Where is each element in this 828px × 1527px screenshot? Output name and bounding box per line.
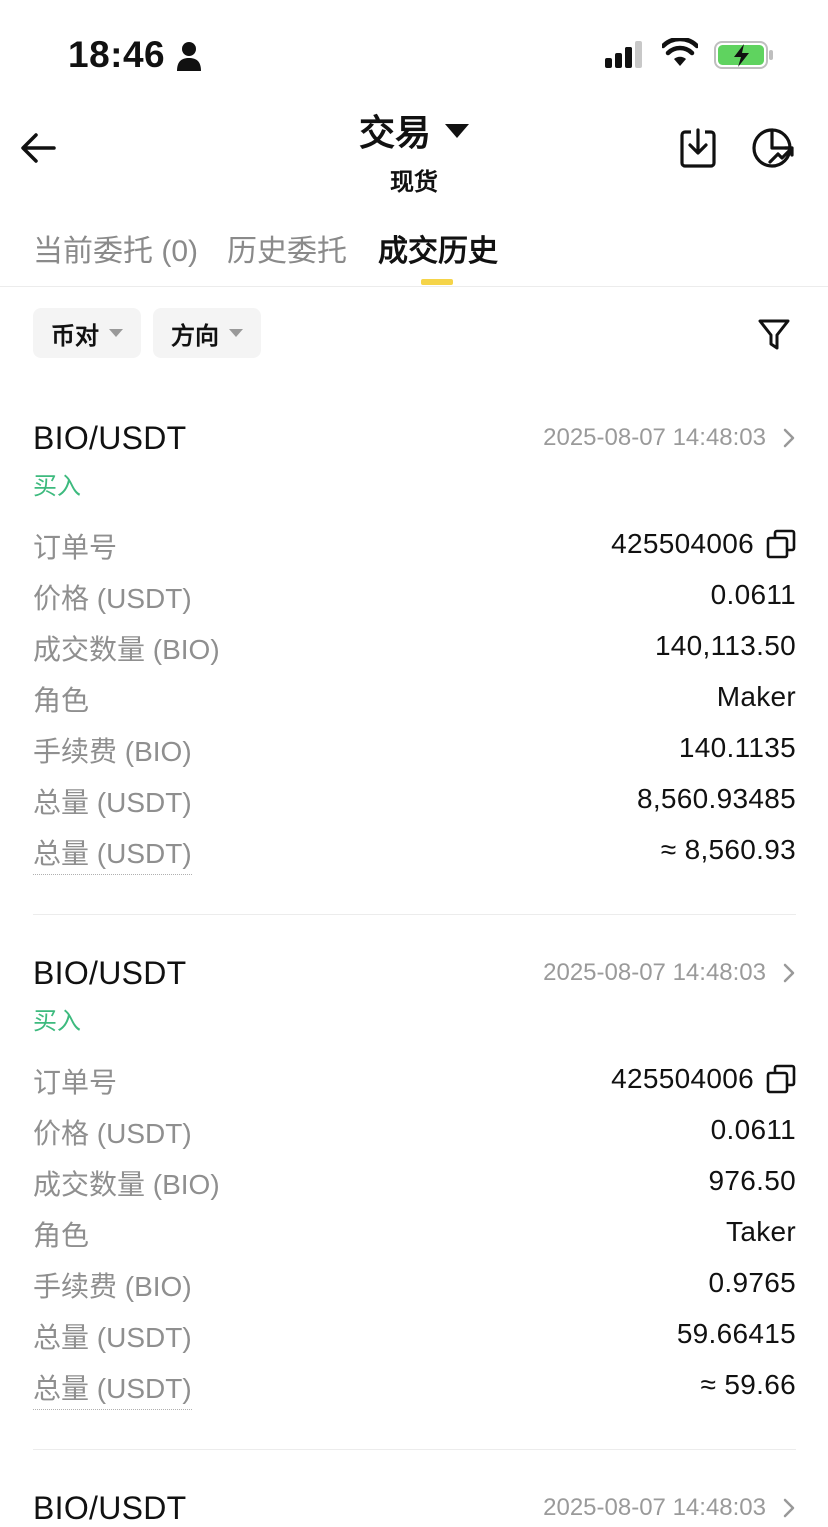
- wifi-icon: [662, 38, 698, 66]
- chevron-right-icon: [783, 1498, 795, 1518]
- tab-trade-history[interactable]: 成交历史: [378, 226, 498, 270]
- person-icon: [177, 42, 201, 71]
- row-value: 59.66415: [676, 1318, 796, 1349]
- record-divider: [33, 914, 796, 915]
- chevron-down-icon: [229, 329, 243, 337]
- detail-row-role: 角色 Taker: [33, 1214, 796, 1265]
- chevron-right-icon: [783, 428, 795, 448]
- tab-open-orders[interactable]: 当前委托 (0): [33, 226, 198, 270]
- row-value: 140,113.50: [654, 630, 796, 661]
- trade-pair: BIO/USDT: [33, 955, 187, 991]
- copy-icon[interactable]: [766, 1064, 796, 1094]
- detail-row-role: 角色 Maker: [33, 679, 796, 730]
- status-time: 18:46: [68, 34, 166, 75]
- filter-funnel-icon[interactable]: [756, 316, 792, 352]
- order-tabs: 当前委托 (0) 历史委托 成交历史: [0, 218, 828, 287]
- pie-chart-arrow-icon[interactable]: [750, 126, 794, 170]
- trade-time: 2025-08-07 14:48:03: [543, 424, 766, 451]
- battery-charging-icon: [714, 41, 773, 69]
- copy-icon[interactable]: [766, 529, 796, 559]
- download-icon[interactable]: [678, 126, 718, 170]
- header: 交易 现货: [0, 100, 828, 200]
- detail-row-filled-qty: 成交数量 (BIO) 976.50: [33, 1163, 796, 1214]
- detail-row-price: 价格 (USDT) 0.0611: [33, 1112, 796, 1163]
- pair-filter-label: 币对: [51, 322, 99, 350]
- row-label-tooltip[interactable]: 总量 (USDT): [33, 1367, 192, 1410]
- row-value: ≈ 59.66: [700, 1369, 796, 1400]
- detail-row-filled-qty: 成交数量 (BIO) 140,113.50: [33, 628, 796, 679]
- trade-detail-link[interactable]: 2025-08-07 14:48:03: [543, 959, 796, 987]
- row-label: 总量 (USDT): [33, 787, 192, 818]
- trade-detail-rows: 订单号 425504006 价格 (USDT) 0.0611 成交数量 (BIO…: [33, 526, 796, 883]
- row-value: ≈ 8,560.93: [660, 834, 796, 865]
- row-value: 976.50: [708, 1165, 796, 1196]
- detail-row-total-approx: 总量 (USDT) ≈ 59.66: [33, 1367, 796, 1418]
- signal-icon: [605, 41, 642, 68]
- row-label: 手续费 (BIO): [33, 1271, 192, 1302]
- row-value-wrap: 425504006: [611, 1063, 796, 1095]
- detail-row-order-id: 订单号 425504006: [33, 1061, 796, 1112]
- chevron-right-icon: [783, 963, 795, 983]
- row-label: 价格 (USDT): [33, 583, 192, 614]
- row-value: Maker: [716, 681, 796, 712]
- chevron-down-icon: [109, 329, 123, 337]
- row-label: 角色: [33, 1220, 90, 1251]
- row-value: 0.0611: [710, 579, 796, 610]
- row-value-wrap: 425504006: [611, 528, 796, 560]
- active-tab-indicator: [421, 279, 453, 285]
- detail-row-order-id: 订单号 425504006: [33, 526, 796, 577]
- detail-row-price: 价格 (USDT) 0.0611: [33, 577, 796, 628]
- row-label: 订单号: [33, 532, 118, 563]
- trade-detail-link[interactable]: 2025-08-07 14:48:03: [543, 1494, 796, 1522]
- row-value: 8,560.93485: [636, 783, 796, 814]
- trade-side: 买入: [33, 473, 81, 500]
- status-bar: 18:46: [0, 0, 828, 100]
- trade-detail-rows: 订单号 425504006 价格 (USDT) 0.0611 成交数量 (BIO…: [33, 1061, 796, 1418]
- row-label: 价格 (USDT): [33, 1118, 192, 1149]
- page-title: 交易: [358, 112, 431, 153]
- trade-time: 2025-08-07 14:48:03: [543, 959, 766, 986]
- row-value: Taker: [726, 1216, 796, 1247]
- row-value: 0.9765: [708, 1267, 796, 1298]
- row-value: 140.1135: [678, 732, 796, 763]
- row-value: 425504006: [611, 528, 754, 559]
- trade-detail-link[interactable]: 2025-08-07 14:48:03: [543, 424, 796, 452]
- row-label-tooltip[interactable]: 总量 (USDT): [33, 832, 192, 875]
- direction-filter-label: 方向: [171, 322, 219, 350]
- detail-row-fee: 手续费 (BIO) 0.9765: [33, 1265, 796, 1316]
- direction-filter-dropdown[interactable]: 方向: [153, 308, 261, 358]
- row-value: 425504006: [611, 1063, 754, 1094]
- title-dropdown[interactable]: 交易: [359, 104, 469, 156]
- record-divider: [33, 1449, 796, 1450]
- detail-row-total: 总量 (USDT) 59.66415: [33, 1316, 796, 1367]
- pair-filter-dropdown[interactable]: 币对: [33, 308, 141, 358]
- row-label: 角色: [33, 685, 90, 716]
- row-label: 成交数量 (BIO): [33, 634, 220, 665]
- trade-side: 买入: [33, 1008, 81, 1035]
- tab-order-history[interactable]: 历史委托: [227, 226, 347, 270]
- detail-row-total-approx: 总量 (USDT) ≈ 8,560.93: [33, 832, 796, 883]
- trade-pair: BIO/USDT: [33, 420, 187, 456]
- row-label: 成交数量 (BIO): [33, 1169, 220, 1200]
- title-caret-icon: [445, 124, 469, 138]
- filter-bar: 币对 方向: [0, 308, 828, 360]
- trade-time: 2025-08-07 14:48:03: [543, 1494, 766, 1521]
- row-label: 总量 (USDT): [33, 1322, 192, 1353]
- trade-pair: BIO/USDT: [33, 1490, 187, 1526]
- row-value: 0.0611: [710, 1114, 796, 1145]
- row-label: 订单号: [33, 1067, 118, 1098]
- detail-row-fee: 手续费 (BIO) 140.1135: [33, 730, 796, 781]
- row-label: 手续费 (BIO): [33, 736, 192, 767]
- detail-row-total: 总量 (USDT) 8,560.93485: [33, 781, 796, 832]
